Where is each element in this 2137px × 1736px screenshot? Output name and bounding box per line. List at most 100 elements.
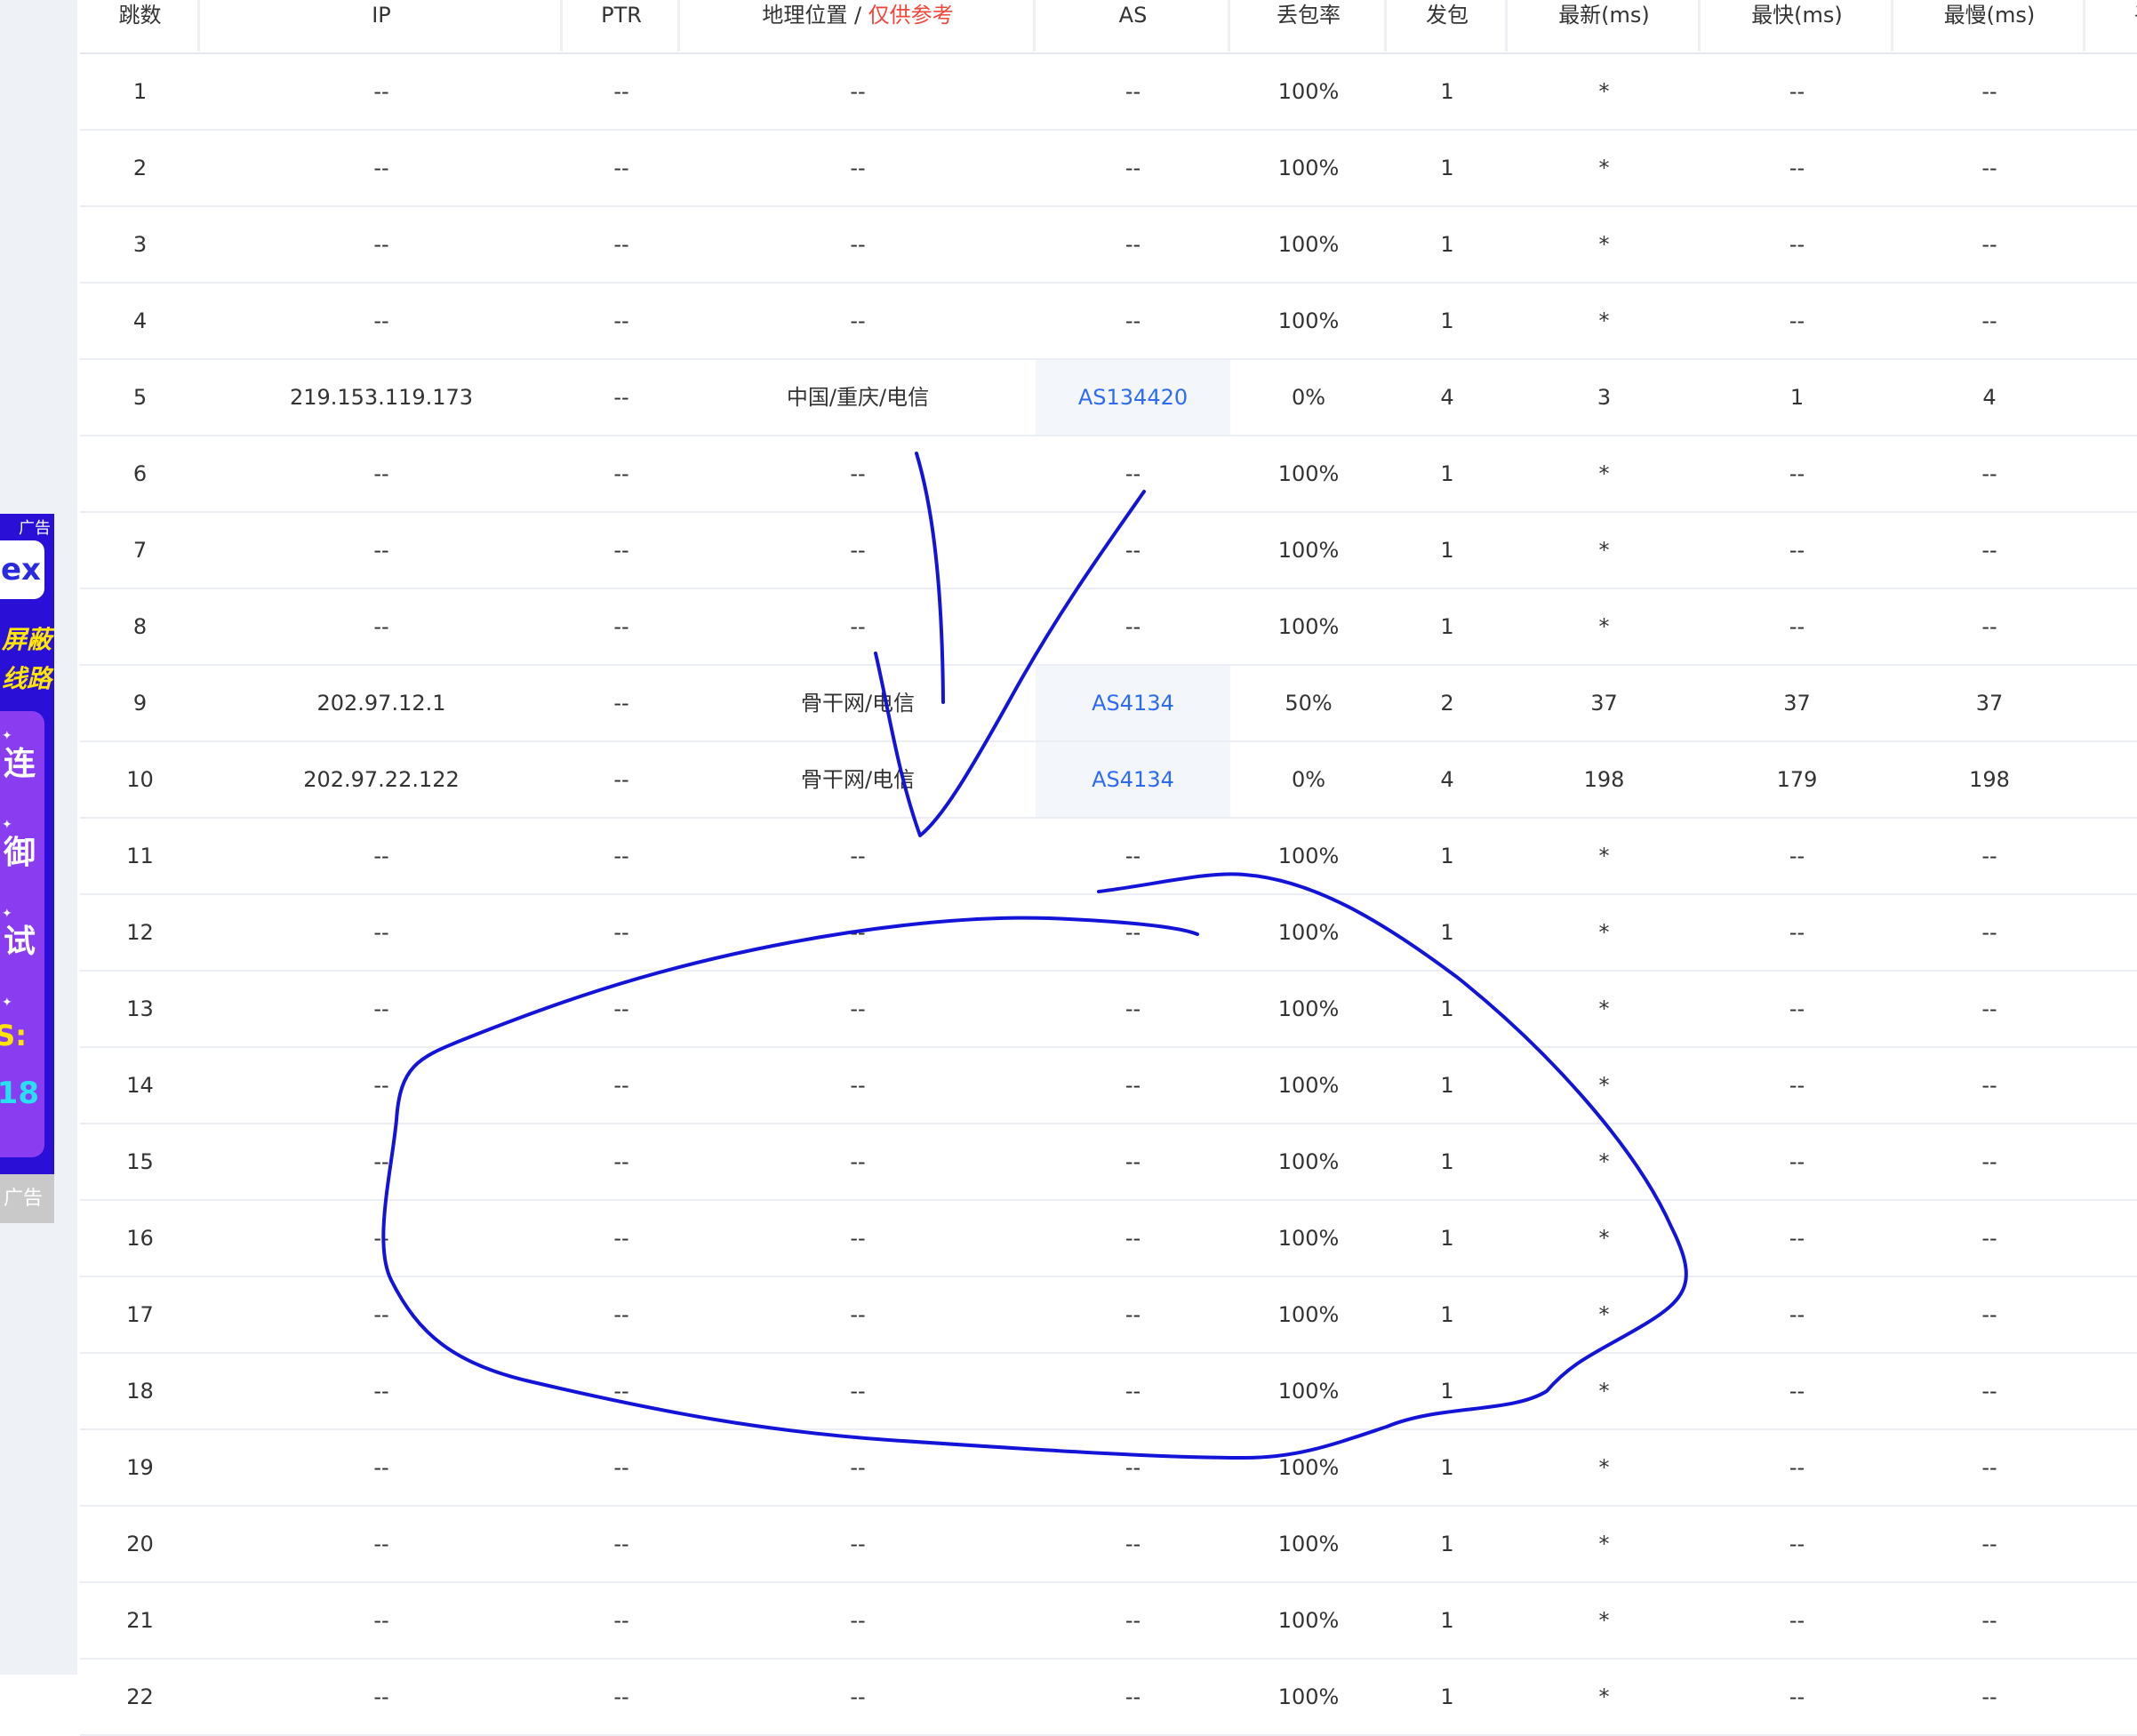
ad-char-1: 连 [3, 746, 36, 782]
cell-as-link[interactable]: AS4134 [1036, 742, 1230, 819]
cell-best: -- [1701, 284, 1893, 360]
cell-hop: 15 [80, 1124, 200, 1201]
cell-sent: 1 [1387, 1660, 1508, 1736]
cell-sent: 1 [1387, 1507, 1508, 1583]
cell-ptr: -- [563, 360, 680, 436]
cell-worst: 198 [1893, 742, 2085, 819]
table-row: 18 -- -- -- -- 100% 1 * -- -- [80, 1354, 2137, 1430]
cell-worst: -- [1893, 895, 2085, 972]
cell-best: 179 [1701, 742, 1893, 819]
cell-ip: -- [200, 1583, 563, 1660]
cell-geo: -- [680, 1277, 1036, 1354]
ad-logo: ex [0, 540, 44, 599]
table-row: 16 -- -- -- -- 100% 1 * -- -- [80, 1201, 2137, 1277]
header-last[interactable]: 最新(ms) [1508, 0, 1701, 54]
cell-hop: 20 [80, 1507, 200, 1583]
cell-loss: 100% [1230, 1583, 1387, 1660]
cell-last: * [1508, 207, 1701, 284]
cell-best: -- [1701, 1660, 1893, 1736]
cell-geo: -- [680, 895, 1036, 972]
cell-loss: 100% [1230, 1354, 1387, 1430]
cell-last: 198 [1508, 742, 1701, 819]
header-loss[interactable]: 丢包率 [1230, 0, 1387, 54]
traceroute-table-container: 跳数 IP PTR 地理位置 / 仅供参考 AS 丢包率 发包 最新(ms) 最… [80, 0, 2137, 1736]
cell-worst: -- [1893, 1430, 2085, 1507]
cell-geo: -- [680, 513, 1036, 589]
table-row: 12 -- -- -- -- 100% 1 * -- -- [80, 895, 2137, 972]
header-as[interactable]: AS [1036, 0, 1230, 54]
cell-worst: 37 [1893, 666, 2085, 742]
cell-as: -- [1036, 1048, 1230, 1124]
cell-as-link[interactable]: AS134420 [1036, 360, 1230, 436]
cell-loss: 100% [1230, 54, 1387, 131]
cell-worst: -- [1893, 1507, 2085, 1583]
cell-as: -- [1036, 284, 1230, 360]
cell-extra [2085, 742, 2137, 819]
cell-geo: -- [680, 131, 1036, 207]
cell-sent: 1 [1387, 1583, 1508, 1660]
table-row: 10 202.97.22.122 -- 骨干网/电信 AS4134 0% 4 198 179 19… [80, 742, 2137, 819]
cell-extra [2085, 1430, 2137, 1507]
header-ip[interactable]: IP [200, 0, 563, 54]
cell-worst: -- [1893, 1048, 2085, 1124]
cell-extra [2085, 513, 2137, 589]
cell-loss: 100% [1230, 513, 1387, 589]
cell-loss: 100% [1230, 284, 1387, 360]
cell-as: -- [1036, 131, 1230, 207]
cell-ptr: -- [563, 1430, 680, 1507]
cell-hop: 14 [80, 1048, 200, 1124]
header-sent[interactable]: 发包 [1387, 0, 1508, 54]
cell-sent: 1 [1387, 436, 1508, 513]
cell-hop: 19 [80, 1430, 200, 1507]
table-row: 5 219.153.119.173 -- 中国/重庆/电信 AS134420 0% 4 3 1 4 [80, 360, 2137, 436]
cell-extra [2085, 666, 2137, 742]
cell-last: * [1508, 131, 1701, 207]
cell-best: -- [1701, 972, 1893, 1048]
cell-ip: -- [200, 1124, 563, 1201]
cell-geo: 骨干网/电信 [680, 666, 1036, 742]
cell-sent: 4 [1387, 742, 1508, 819]
cell-ptr: -- [563, 131, 680, 207]
cell-last: * [1508, 1583, 1701, 1660]
cell-ptr: -- [563, 513, 680, 589]
cell-sent: 1 [1387, 1354, 1508, 1430]
header-ptr[interactable]: PTR [563, 0, 680, 54]
cell-extra [2085, 54, 2137, 131]
cell-best: -- [1701, 1048, 1893, 1124]
cell-geo: -- [680, 1048, 1036, 1124]
header-extra[interactable]: 平 [2085, 0, 2137, 54]
table-row: 7 -- -- -- -- 100% 1 * -- -- [80, 513, 2137, 589]
cell-as-link[interactable]: AS4134 [1036, 666, 1230, 742]
cell-geo: -- [680, 1354, 1036, 1430]
cell-sent: 1 [1387, 131, 1508, 207]
table-row: 21 -- -- -- -- 100% 1 * -- -- [80, 1583, 2137, 1660]
cell-last: * [1508, 1507, 1701, 1583]
header-best[interactable]: 最快(ms) [1701, 0, 1893, 54]
cell-geo: -- [680, 1430, 1036, 1507]
cell-last: * [1508, 1048, 1701, 1124]
cell-extra [2085, 284, 2137, 360]
table-row: 15 -- -- -- -- 100% 1 * -- -- [80, 1124, 2137, 1201]
header-worst[interactable]: 最慢(ms) [1893, 0, 2085, 54]
cell-ip: -- [200, 819, 563, 895]
cell-worst: -- [1893, 284, 2085, 360]
cell-ip: -- [200, 1354, 563, 1430]
cell-extra [2085, 1354, 2137, 1430]
cell-last: * [1508, 1277, 1701, 1354]
table-row: 9 202.97.12.1 -- 骨干网/电信 AS4134 50% 2 37 37 37 [80, 666, 2137, 742]
cell-loss: 100% [1230, 207, 1387, 284]
cell-last: * [1508, 1430, 1701, 1507]
cell-extra [2085, 895, 2137, 972]
table-row: 22 -- -- -- -- 100% 1 * -- -- [80, 1660, 2137, 1736]
cell-best: -- [1701, 1430, 1893, 1507]
cell-loss: 100% [1230, 895, 1387, 972]
sidebar-advertisement[interactable]: 广告 ex 屏蔽 线路 ✦ 连 ✦ 御 ✦ 试 ✦ S: 18 [0, 514, 54, 1223]
cell-extra [2085, 360, 2137, 436]
cell-worst: -- [1893, 1201, 2085, 1277]
cell-as: -- [1036, 1201, 1230, 1277]
cell-hop: 21 [80, 1583, 200, 1660]
cell-loss: 100% [1230, 1277, 1387, 1354]
header-geo[interactable]: 地理位置 / 仅供参考 [680, 0, 1036, 54]
cell-hop: 10 [80, 742, 200, 819]
header-hop[interactable]: 跳数 [80, 0, 200, 54]
